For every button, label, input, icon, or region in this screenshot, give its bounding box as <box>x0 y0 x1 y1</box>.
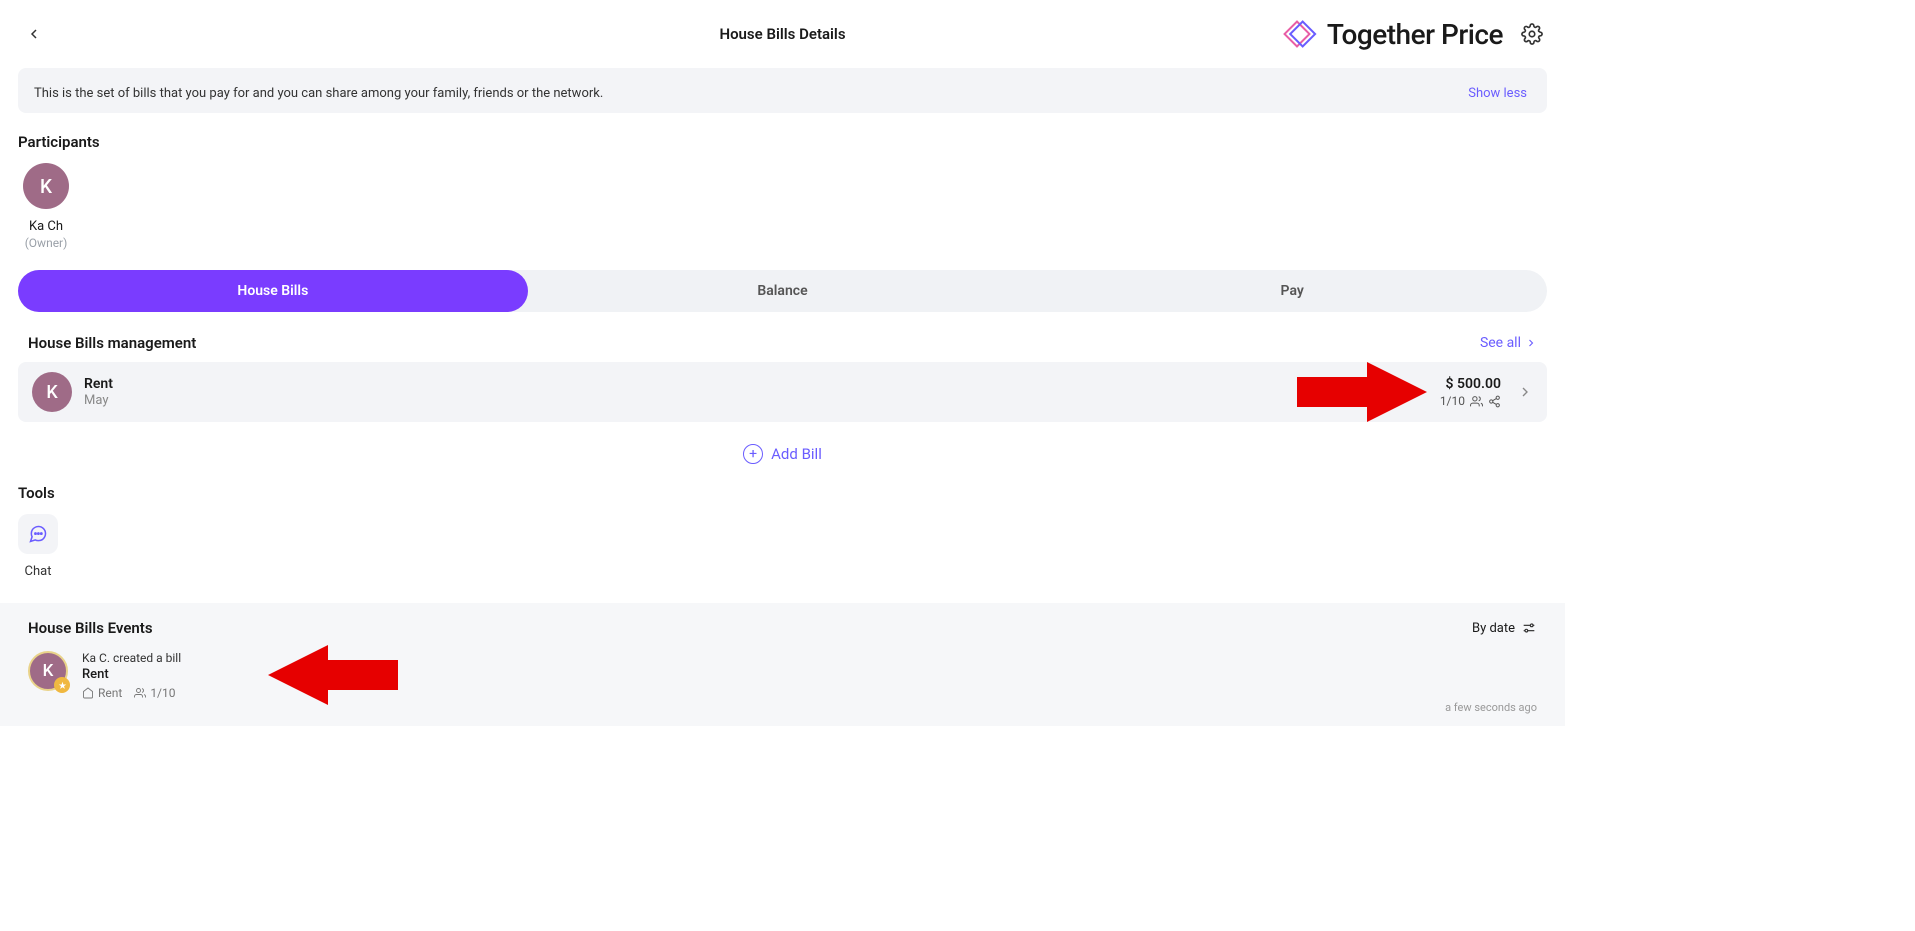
tab-pay[interactable]: Pay <box>1037 270 1547 312</box>
event-row[interactable]: K Ka C. created a bill Rent Rent 1/10 <box>28 651 1537 700</box>
tabs: House Bills Balance Pay <box>18 270 1547 312</box>
participant-name: Ka Ch <box>29 219 63 234</box>
page-title: House Bills Details <box>719 25 845 43</box>
event-timestamp: a few seconds ago <box>1445 701 1537 714</box>
show-less-toggle[interactable]: Show less <box>1468 86 1527 101</box>
sliders-icon <box>1521 620 1537 636</box>
info-text: This is the set of bills that you pay fo… <box>34 86 1531 101</box>
back-button[interactable] <box>22 22 46 46</box>
bill-month: May <box>84 393 113 408</box>
bill-amount: $ 500.00 <box>1440 376 1501 392</box>
participant-role: (Owner) <box>25 236 68 250</box>
brand-logo[interactable]: Together Price <box>1277 14 1503 54</box>
tab-house-bills[interactable]: House Bills <box>18 270 528 312</box>
logo-icon <box>1277 14 1317 54</box>
users-icon <box>1470 395 1483 408</box>
sort-label: By date <box>1472 621 1515 636</box>
header: House Bills Details Together Price <box>0 0 1565 68</box>
sort-button[interactable]: By date <box>1472 620 1537 636</box>
chat-icon <box>28 524 48 544</box>
events-section: House Bills Events By date K Ka C. creat… <box>0 603 1565 726</box>
event-meta-ratio: 1/10 <box>134 686 175 700</box>
bill-row[interactable]: K Rent May $ 500.00 1/10 <box>18 362 1547 422</box>
annotation-arrow-icon <box>268 645 398 705</box>
add-bill-button[interactable]: + Add Bill <box>0 444 1565 464</box>
annotation-arrow-icon <box>1297 362 1427 422</box>
bill-ratio: 1/10 <box>1440 394 1501 408</box>
bill-avatar: K <box>32 372 72 412</box>
info-banner: This is the set of bills that you pay fo… <box>18 68 1547 113</box>
tab-balance[interactable]: Balance <box>528 270 1038 312</box>
management-header: House Bills management See all <box>28 334 1537 352</box>
event-meta-category: Rent <box>82 686 122 700</box>
event-bill-name: Rent <box>82 667 181 682</box>
add-bill-label: Add Bill <box>771 445 822 463</box>
see-all-button[interactable]: See all <box>1480 335 1537 351</box>
avatar: K <box>23 163 69 209</box>
plus-icon: + <box>743 444 763 464</box>
events-title: House Bills Events <box>28 619 153 637</box>
participants-list: K Ka Ch (Owner) <box>0 163 1565 250</box>
event-description: Ka C. created a bill <box>82 651 181 665</box>
home-icon <box>82 687 94 699</box>
management-title: House Bills management <box>28 334 196 352</box>
share-icon <box>1488 395 1501 408</box>
chevron-right-icon <box>1525 337 1537 349</box>
owner-badge-icon <box>54 677 70 693</box>
participants-title: Participants <box>18 133 1565 151</box>
settings-button[interactable] <box>1521 23 1543 45</box>
chevron-left-icon <box>26 26 42 42</box>
tools-title: Tools <box>18 484 1565 502</box>
chevron-right-icon <box>1517 384 1533 400</box>
tools-list: Chat <box>0 514 1565 579</box>
participant-item[interactable]: K Ka Ch (Owner) <box>18 163 74 250</box>
users-icon <box>134 687 146 699</box>
bill-name: Rent <box>84 376 113 392</box>
gear-icon <box>1521 23 1543 45</box>
tool-label: Chat <box>25 564 52 579</box>
tool-chat[interactable]: Chat <box>18 514 58 579</box>
brand-name: Together Price <box>1327 18 1503 51</box>
see-all-label: See all <box>1480 335 1521 351</box>
